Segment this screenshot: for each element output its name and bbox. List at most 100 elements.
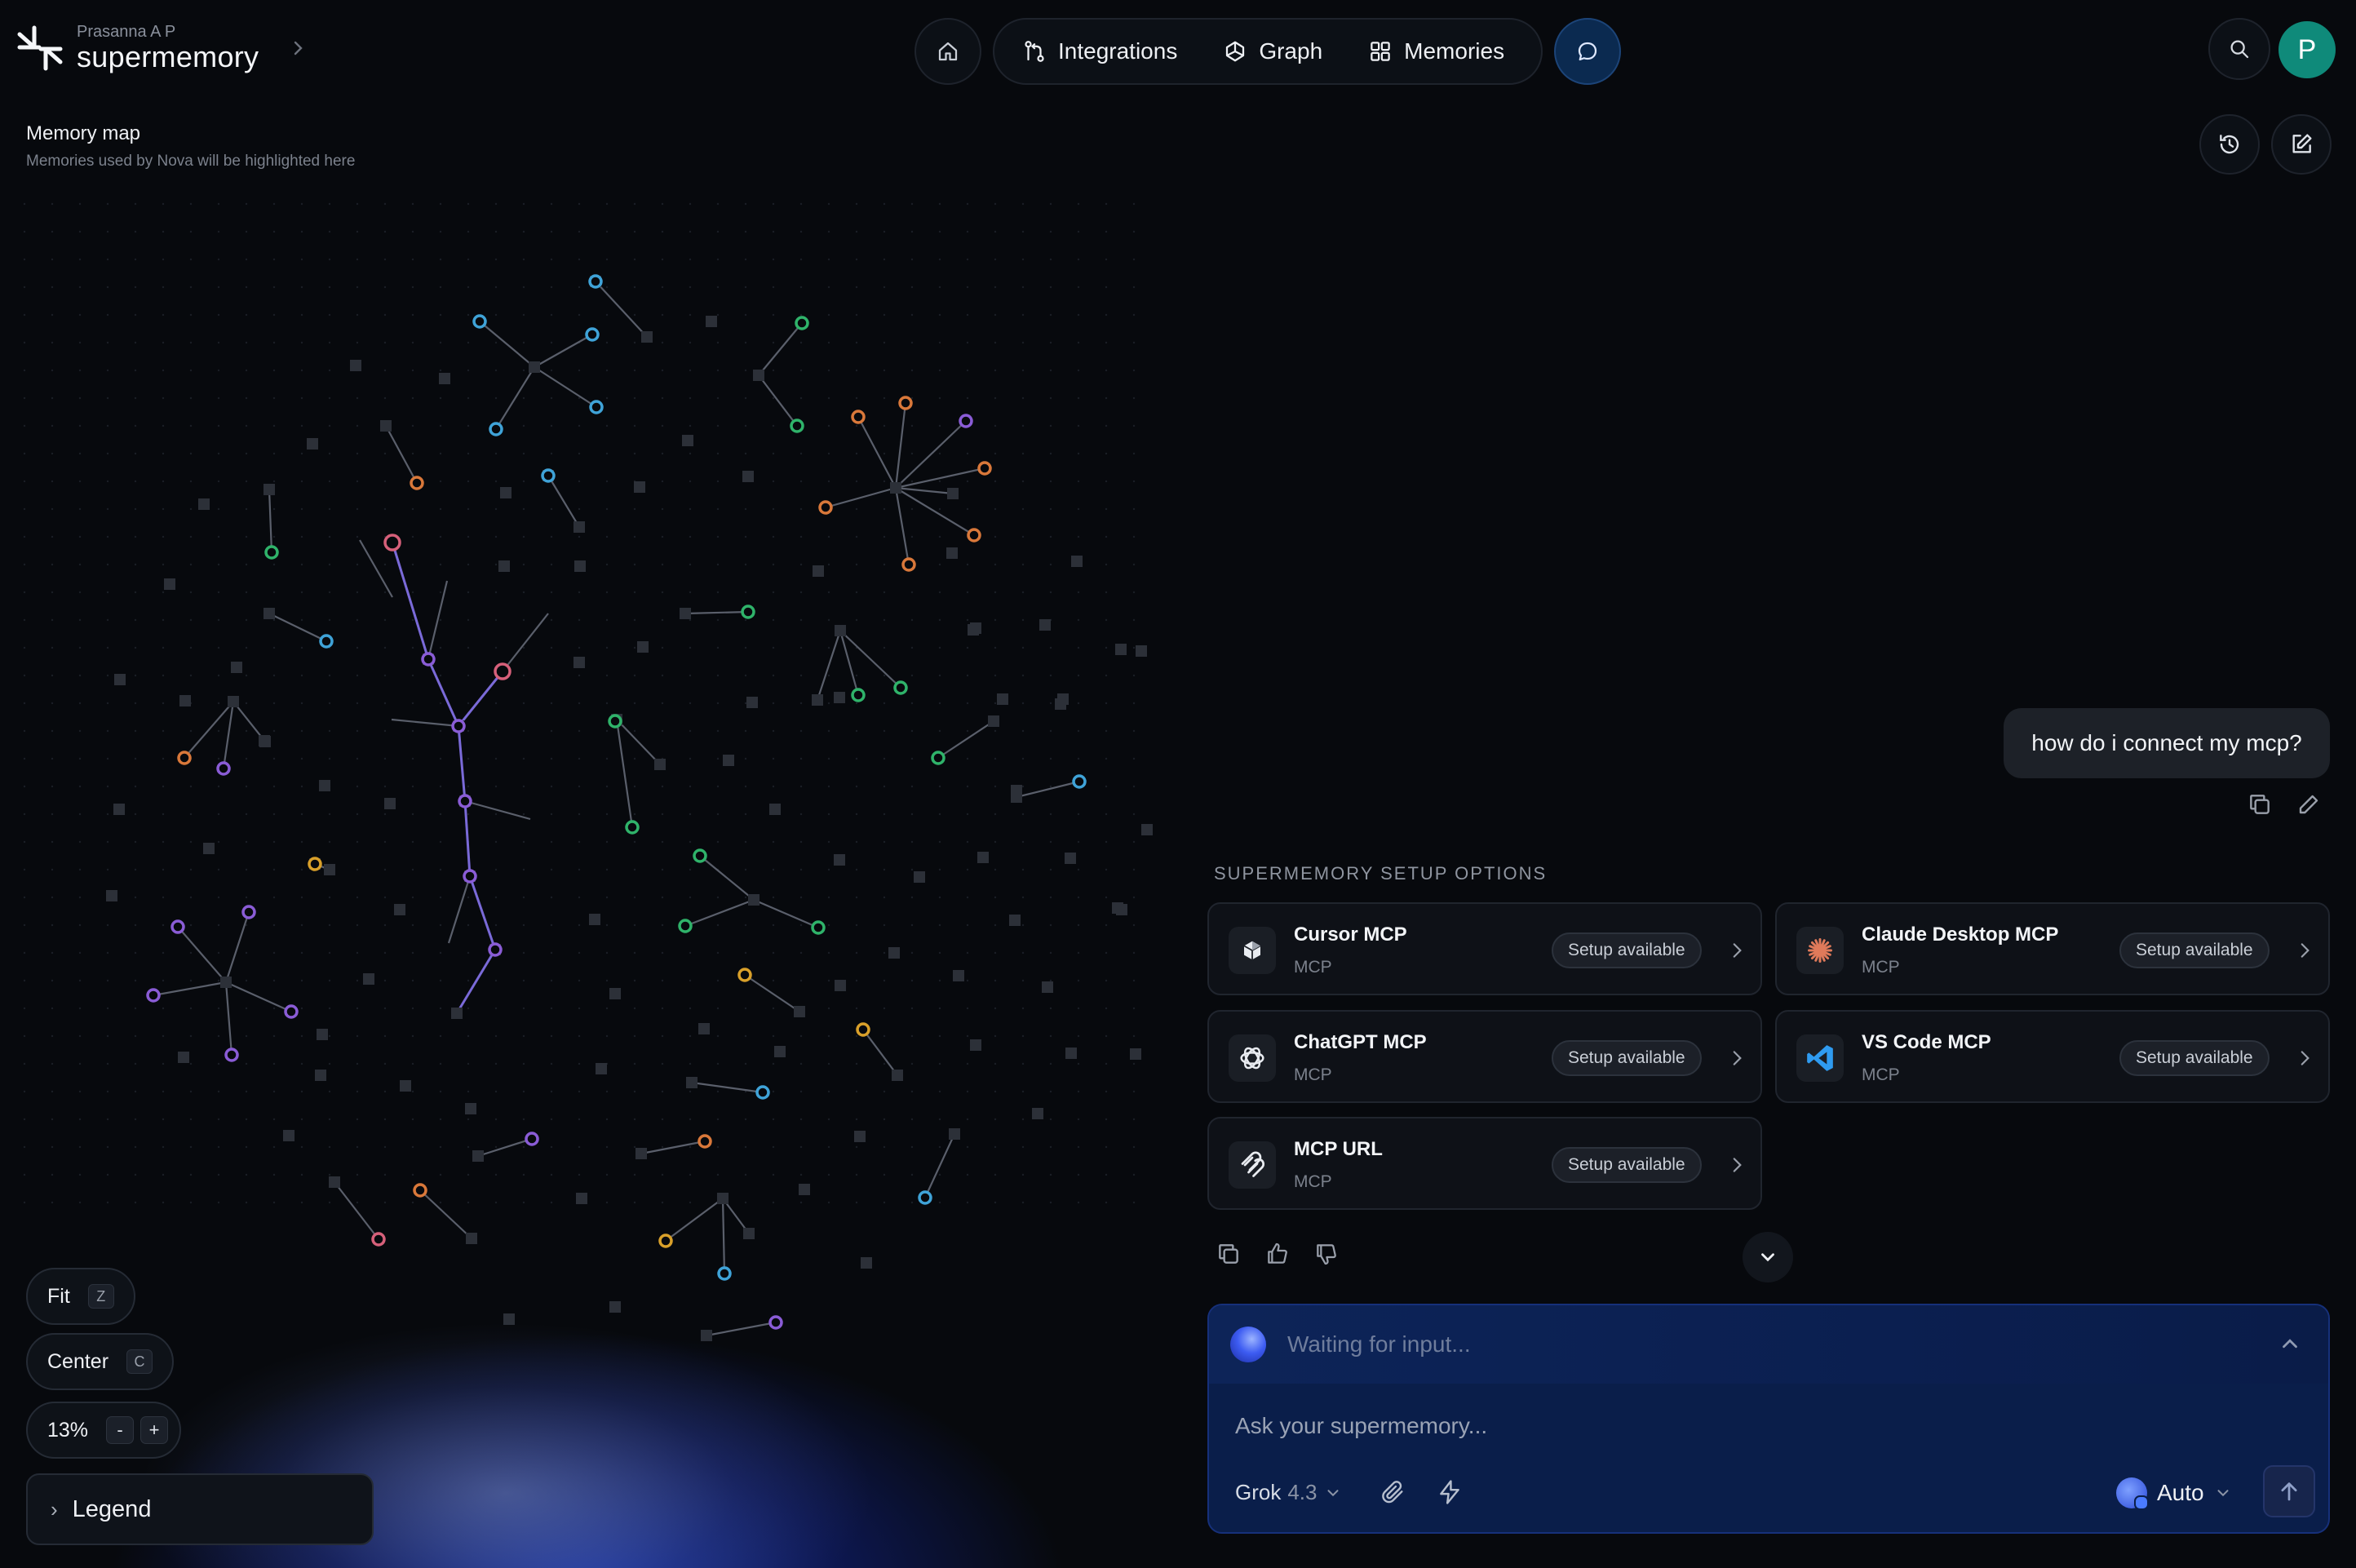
memory-node[interactable] (977, 461, 992, 476)
memory-node[interactable] (472, 314, 487, 329)
memory-node[interactable] (625, 820, 640, 835)
document-node[interactable] (686, 1077, 698, 1088)
memory-node[interactable] (811, 920, 826, 935)
home-button[interactable] (914, 18, 981, 85)
memory-node[interactable] (413, 1183, 427, 1198)
document-node[interactable] (329, 1176, 340, 1188)
document-node[interactable] (466, 1233, 477, 1244)
memory-node[interactable] (525, 1132, 539, 1146)
document-node[interactable] (1071, 556, 1083, 567)
mode-selector[interactable]: Auto (2116, 1473, 2232, 1513)
memory-node[interactable] (931, 751, 946, 765)
document-node[interactable] (451, 1008, 463, 1019)
memory-node[interactable] (768, 1315, 783, 1330)
memory-node[interactable] (451, 719, 466, 733)
document-node[interactable] (231, 662, 242, 673)
document-node[interactable] (317, 1029, 328, 1040)
setup-option-cursor[interactable]: Cursor MCP MCP Setup available (1207, 902, 1762, 995)
document-node[interactable] (723, 755, 734, 766)
memory-node[interactable] (608, 714, 622, 729)
memory-node[interactable] (541, 468, 556, 483)
document-node[interactable] (769, 804, 781, 815)
document-node[interactable] (914, 871, 925, 883)
memory-node[interactable] (588, 274, 603, 289)
setup-option-vscode[interactable]: VS Code MCP MCP Setup available (1775, 1010, 2330, 1103)
memory-node[interactable] (795, 316, 809, 330)
document-node[interactable] (384, 798, 396, 809)
document-node[interactable] (106, 890, 117, 901)
document-node[interactable] (634, 481, 645, 493)
document-node[interactable] (949, 1128, 960, 1140)
document-node[interactable] (977, 852, 989, 863)
zoom-in-button[interactable]: + (140, 1416, 169, 1444)
memory-node[interactable] (959, 414, 973, 428)
zoom-out-button[interactable]: - (106, 1416, 135, 1444)
document-node[interactable] (682, 435, 693, 446)
memory-node[interactable] (458, 794, 472, 808)
document-node[interactable] (834, 692, 845, 703)
document-node[interactable] (743, 1228, 755, 1239)
document-node[interactable] (609, 988, 621, 999)
document-node[interactable] (706, 316, 717, 327)
copy-icon[interactable] (2247, 791, 2273, 817)
memory-node[interactable] (585, 327, 600, 342)
memory-node[interactable] (658, 1234, 673, 1248)
document-node[interactable] (1130, 1048, 1141, 1060)
document-node[interactable] (1116, 904, 1127, 915)
document-node[interactable] (283, 1130, 294, 1141)
memory-node[interactable] (284, 1004, 299, 1019)
document-node[interactable] (503, 1313, 515, 1325)
memory-node[interactable] (488, 942, 503, 957)
document-node[interactable] (861, 1257, 872, 1269)
document-node[interactable] (637, 641, 649, 653)
memory-node[interactable] (421, 652, 436, 667)
document-node[interactable] (947, 488, 959, 499)
document-node[interactable] (641, 331, 653, 343)
document-node[interactable] (746, 697, 758, 708)
nav-graph[interactable]: Graph (1223, 38, 1322, 64)
document-node[interactable] (701, 1330, 712, 1341)
memory-node[interactable] (851, 410, 866, 424)
document-node[interactable] (228, 696, 239, 707)
document-node[interactable] (1009, 915, 1021, 926)
memory-node[interactable] (146, 988, 161, 1003)
lightning-icon[interactable] (1436, 1478, 1464, 1506)
document-node[interactable] (220, 977, 232, 988)
send-button[interactable] (2263, 1465, 2315, 1517)
document-node[interactable] (946, 547, 958, 559)
document-node[interactable] (698, 1023, 710, 1034)
search-button[interactable] (2208, 18, 2270, 80)
thumbs-down-icon[interactable] (1313, 1241, 1340, 1267)
document-node[interactable] (970, 1039, 981, 1051)
legend-toggle[interactable]: › Legend (26, 1473, 374, 1545)
document-node[interactable] (264, 484, 275, 495)
document-node[interactable] (576, 1193, 587, 1204)
memory-node[interactable] (589, 400, 604, 414)
document-node[interactable] (363, 973, 374, 985)
memory-node[interactable] (856, 1022, 870, 1037)
document-node[interactable] (1141, 824, 1153, 835)
document-node[interactable] (654, 759, 666, 770)
document-node[interactable] (968, 624, 979, 636)
document-node[interactable] (742, 471, 754, 482)
memory-node[interactable] (241, 905, 256, 919)
memory-node[interactable] (851, 688, 866, 702)
document-node[interactable] (439, 373, 450, 384)
document-node[interactable] (748, 894, 760, 906)
memory-node[interactable] (967, 528, 981, 543)
chevron-right-icon[interactable] (288, 38, 308, 58)
document-node[interactable] (179, 695, 191, 706)
setup-option-claude-desktop[interactable]: Claude Desktop MCP MCP Setup available (1775, 902, 2330, 995)
document-node[interactable] (812, 694, 823, 706)
memory-node[interactable] (790, 419, 804, 433)
document-node[interactable] (574, 657, 585, 668)
document-node[interactable] (717, 1193, 728, 1204)
memory-node[interactable] (755, 1085, 770, 1100)
history-button[interactable] (2199, 114, 2260, 175)
memory-node[interactable] (308, 857, 322, 871)
document-node[interactable] (835, 625, 846, 636)
copy-response-icon[interactable] (1216, 1241, 1242, 1267)
document-node[interactable] (1115, 644, 1127, 655)
document-node[interactable] (350, 360, 361, 371)
memory-graph[interactable] (0, 0, 1158, 1568)
